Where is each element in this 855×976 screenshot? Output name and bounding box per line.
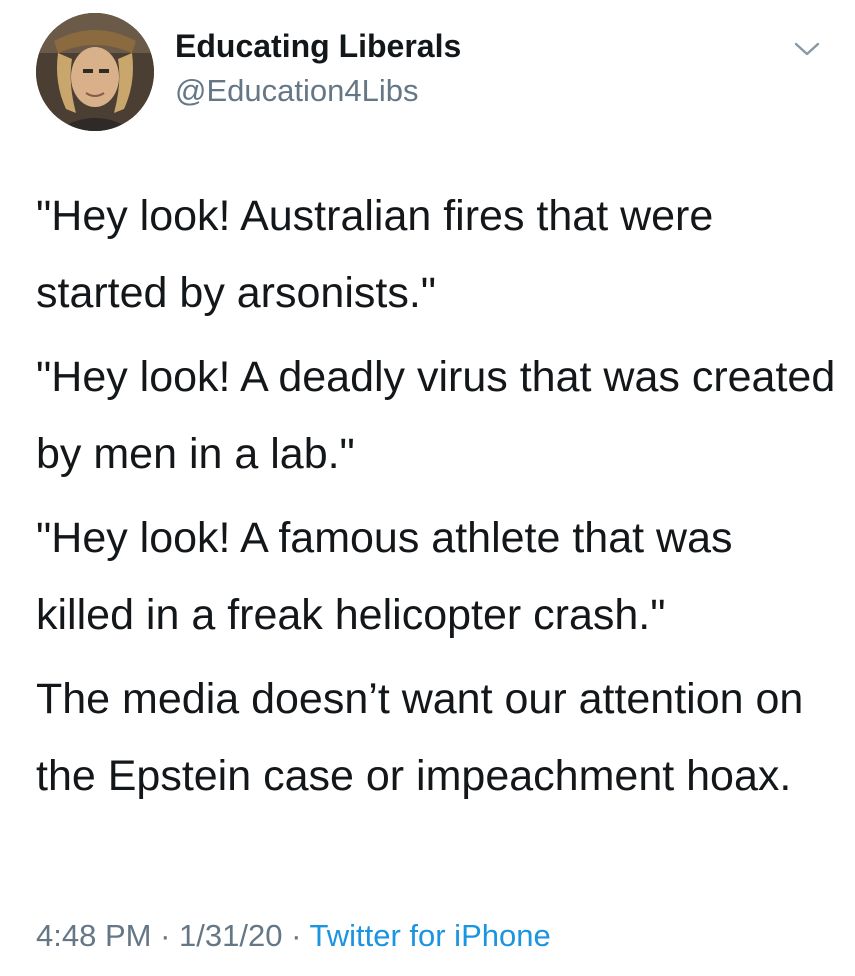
tweet-paragraph: "Hey look! Australian fires that were st… [36,192,714,317]
user-handle[interactable]: @Education4Libs [175,73,418,109]
source-link[interactable]: Twitter for iPhone [309,918,550,953]
tweet-card: Educating Liberals @Education4Libs "Hey … [0,0,855,976]
display-name[interactable]: Educating Liberals [175,28,461,65]
chevron-down-icon[interactable] [792,38,822,60]
separator: · [291,918,302,953]
separator: · [160,918,171,953]
timestamp-date[interactable]: 1/31/20 [179,918,282,953]
tweet-text: "Hey look! Australian fires that were st… [36,178,836,822]
avatar[interactable] [36,13,154,131]
tweet-paragraph: "Hey look! A famous athlete that was kil… [36,514,733,639]
tweet-metadata: 4:48 PM · 1/31/20 · Twitter for iPhone [36,918,551,954]
tweet-paragraph: "Hey look! A deadly virus that was creat… [36,353,836,478]
timestamp-time[interactable]: 4:48 PM [36,918,151,953]
tweet-paragraph: The media doesn’t want our attention on … [36,675,804,800]
